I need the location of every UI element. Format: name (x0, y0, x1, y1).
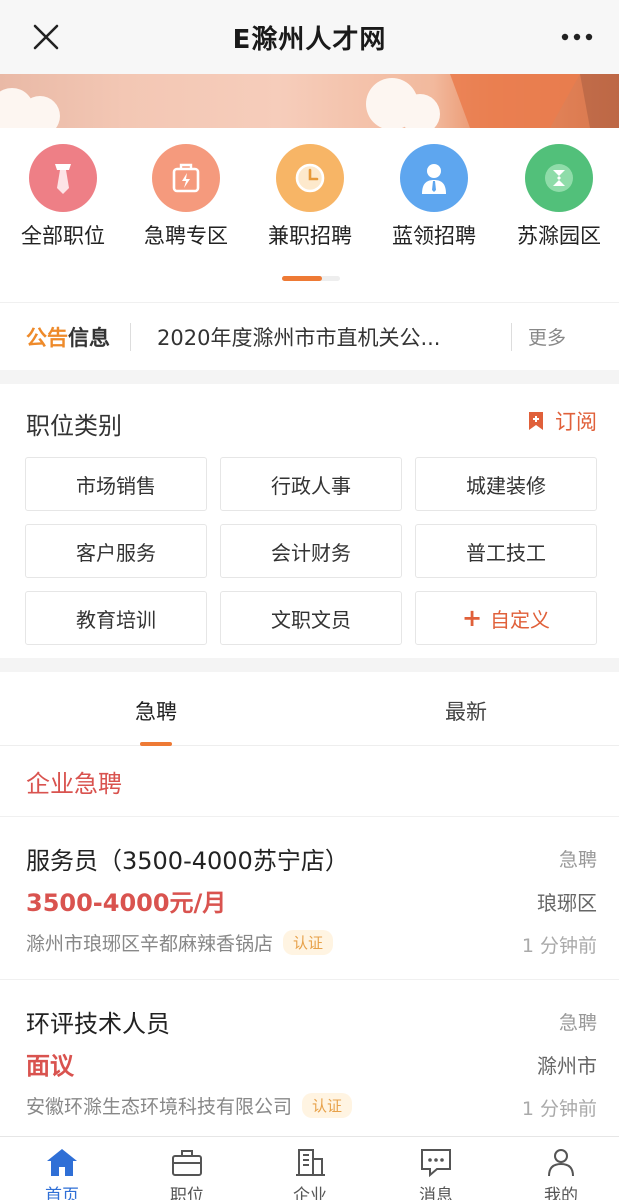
notice-more-link[interactable]: 更多 (528, 323, 566, 350)
category-chip[interactable]: 城建装修 (415, 457, 597, 511)
tabbar-messages[interactable]: 消息 (396, 1147, 476, 1200)
company-name: 安徽环滁生态环境科技有限公司 (26, 1096, 293, 1118)
plus-icon: + (461, 604, 483, 632)
categories-title: 职位类别 (26, 412, 122, 440)
quick-link-part-time[interactable]: 兼职招聘 (255, 144, 365, 250)
page-indicator-active (282, 276, 322, 281)
job-card[interactable]: 服务员（3500-4000苏宁店） 急聘 3500-4000元/月 琅琊区 滁州… (0, 817, 619, 979)
tabbar-home[interactable]: 首页 (22, 1147, 102, 1200)
notice-divider (511, 322, 512, 351)
home-icon (47, 1149, 77, 1176)
category-chip[interactable]: 行政人事 (220, 457, 402, 511)
quick-link-label: 全部职位 (21, 224, 105, 248)
category-grid: 市场销售 行政人事 城建装修 客户服务 会计财务 普工技工 教育培训 文职文员 … (25, 457, 599, 645)
bottom-tab-bar: 首页 职位 企业 消息 我的 (0, 1136, 619, 1200)
notice-divider (130, 322, 131, 351)
category-chip[interactable]: 客户服务 (25, 524, 207, 578)
job-location: 滁州市 (537, 1054, 597, 1078)
tab-latest[interactable]: 最新 (396, 696, 536, 726)
top-bar: E滁州人才网 (0, 0, 619, 74)
quick-link-urgent[interactable]: 急聘专区 (131, 144, 241, 250)
notice-text[interactable]: 2020年度滁州市市直机关公... (157, 322, 487, 352)
category-chip[interactable]: 教育培训 (25, 591, 207, 645)
building-icon (296, 1149, 325, 1176)
page-indicator (282, 276, 340, 281)
job-urgent-tag: 急聘 (558, 1012, 597, 1034)
briefcase-icon (172, 1150, 202, 1176)
verified-badge: 认证 (283, 930, 334, 955)
job-posted-time: 1 分钟前 (521, 1098, 597, 1120)
job-location: 琅琊区 (537, 891, 597, 915)
job-posted-time: 1 分钟前 (521, 935, 597, 957)
custom-category-label: 自定义 (490, 607, 551, 632)
more-options-icon[interactable] (557, 22, 597, 52)
subscribe-label: 订阅 (555, 410, 597, 434)
tabbar-jobs[interactable]: 职位 (147, 1147, 227, 1200)
tabbar-label: 企业 (293, 1186, 327, 1200)
verified-badge: 认证 (302, 1093, 353, 1118)
job-company: 安徽环滁生态环境科技有限公司 认证 (26, 1092, 353, 1119)
job-card[interactable]: 环评技术人员 急聘 面议 滁州市 安徽环滁生态环境科技有限公司 认证 1 分钟前 (0, 980, 619, 1142)
category-chip[interactable]: 会计财务 (220, 524, 402, 578)
quick-link-label: 苏滁园区 (517, 224, 601, 248)
bookmark-icon (529, 412, 543, 430)
notice-label-part1: 公告 (26, 325, 68, 350)
quick-link-all-jobs[interactable]: 全部职位 (8, 144, 118, 250)
section-gap (0, 370, 619, 384)
user-icon (548, 1149, 574, 1177)
promo-banner[interactable] (0, 74, 619, 128)
worker-icon (400, 144, 468, 212)
active-tab-indicator (140, 742, 172, 746)
section-gap (0, 658, 619, 672)
tabbar-label: 职位 (170, 1186, 204, 1200)
category-chip[interactable]: 市场销售 (25, 457, 207, 511)
job-title: 环评技术人员 (26, 1010, 170, 1038)
quick-link-label: 兼职招聘 (268, 224, 352, 248)
company-name: 滁州市琅琊区辛都麻辣香锅店 (26, 933, 274, 955)
subscribe-button[interactable]: 订阅 (527, 406, 597, 436)
custom-category-button[interactable]: + 自定义 (415, 591, 597, 645)
tabbar-label: 我的 (544, 1186, 578, 1200)
quick-link-suchu-park[interactable]: 苏滁园区 (504, 144, 614, 250)
quick-link-blue-collar[interactable]: 蓝领招聘 (379, 144, 489, 250)
quick-link-label: 急聘专区 (144, 224, 228, 248)
park-logo-icon (525, 144, 593, 212)
clock-icon (276, 144, 344, 212)
category-chip[interactable]: 普工技工 (415, 524, 597, 578)
job-urgent-tag: 急聘 (558, 849, 597, 871)
tab-urgent[interactable]: 急聘 (86, 696, 226, 726)
tabbar-profile[interactable]: 我的 (521, 1147, 601, 1200)
page-title: E滁州人才网 (232, 24, 387, 55)
job-tabs: 急聘 最新 (0, 672, 619, 746)
quick-links: 全部职位 急聘专区 兼职招聘 蓝领招聘 苏滁园区 (0, 128, 619, 300)
notice-label: 公告信息 (26, 322, 110, 352)
section-title: 企业急聘 (26, 770, 122, 798)
job-salary: 面议 (26, 1052, 74, 1080)
tabbar-companies[interactable]: 企业 (270, 1147, 350, 1200)
close-icon[interactable] (28, 19, 64, 55)
tie-icon (29, 144, 97, 212)
notice-bar: 公告信息 2020年度滁州市市直机关公... 更多 (0, 302, 619, 370)
urgent-bag-icon (152, 144, 220, 212)
job-categories: 职位类别 订阅 市场销售 行政人事 城建装修 客户服务 会计财务 普工技工 教育… (0, 384, 619, 658)
tabbar-label: 消息 (419, 1186, 453, 1200)
quick-link-label: 蓝领招聘 (392, 224, 476, 248)
banner-fan-decoration (450, 74, 619, 128)
tabbar-label: 首页 (45, 1186, 79, 1200)
chat-icon (421, 1149, 451, 1177)
job-company: 滁州市琅琊区辛都麻辣香锅店 认证 (26, 929, 334, 956)
job-salary: 3500-4000元/月 (26, 889, 227, 917)
category-chip[interactable]: 文职文员 (220, 591, 402, 645)
notice-label-part2: 信息 (68, 325, 110, 350)
job-title: 服务员（3500-4000苏宁店） (26, 847, 349, 875)
banner-flower-decoration (20, 96, 60, 128)
